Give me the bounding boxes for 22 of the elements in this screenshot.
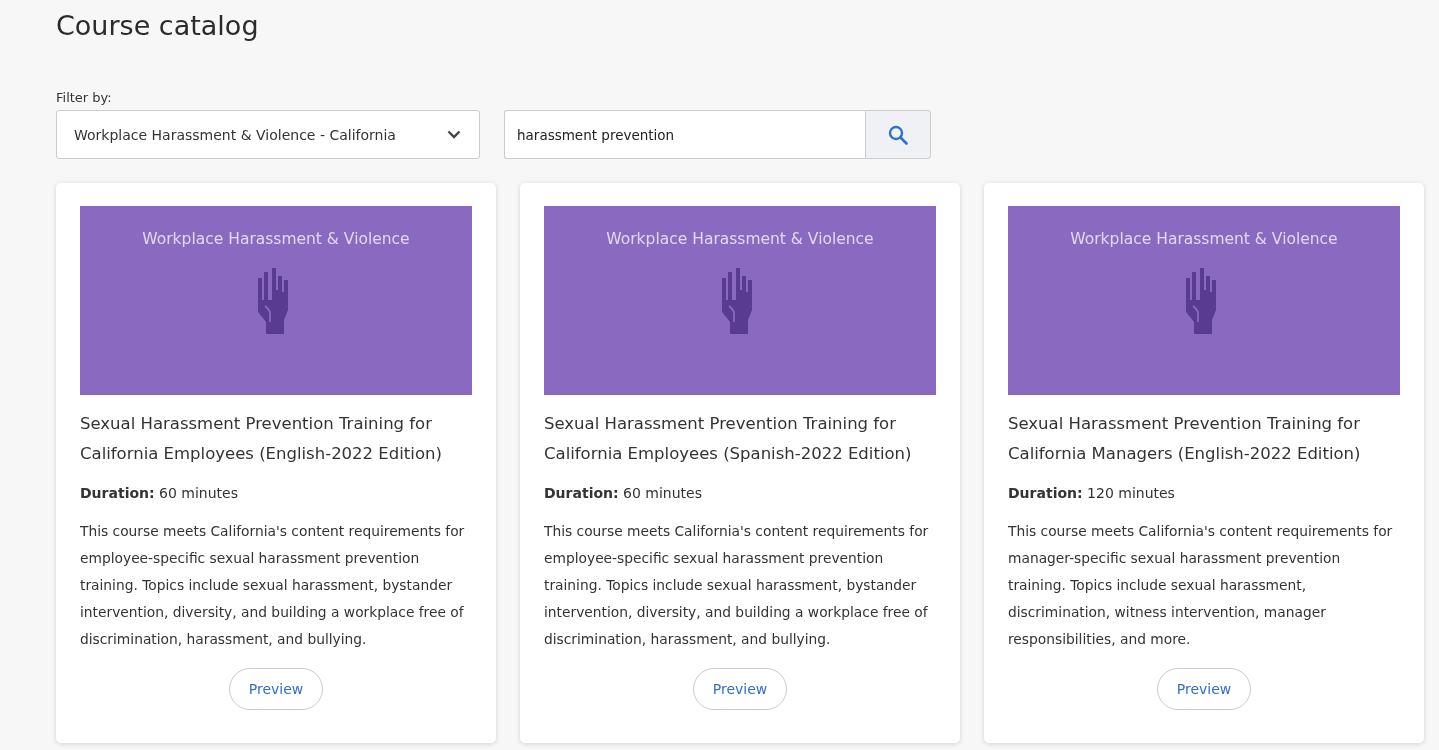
course-duration: Duration: 120 minutes bbox=[1008, 485, 1175, 501]
page-title: Course catalog bbox=[56, 9, 259, 43]
preview-button[interactable]: Preview bbox=[229, 668, 323, 710]
filter-label: Filter by: bbox=[56, 90, 112, 105]
banner-title: Workplace Harassment & Violence bbox=[606, 230, 874, 248]
search-icon bbox=[888, 124, 908, 145]
banner-title: Workplace Harassment & Violence bbox=[1070, 230, 1338, 248]
search-field[interactable]: harassment prevention bbox=[504, 110, 865, 159]
course-title: Sexual Harassment Prevention Training for California Employees (Spanish-2022 Edition) bbox=[544, 413, 913, 465]
preview-button[interactable]: Preview bbox=[1157, 668, 1251, 710]
banner-title: Workplace Harassment & Violence bbox=[142, 230, 410, 248]
filter-dropdown[interactable]: Workplace Harassment & Violence - California bbox=[56, 110, 480, 159]
course-description: This course meets California's content requirements for employee-specific sexual harassment prevention training. Topics include sexual harassment, bystander intervention, diversity, and building a workplace free of discrimination, harassment, and bullying. bbox=[544, 522, 930, 649]
course-description: This course meets California's content requirements for manager-specific sexual harassment prevention training. Topics include sexual harassment, discrimination, witness intervention, manager responsibilities, and more. bbox=[1008, 522, 1394, 649]
course-duration: Duration: 60 minutes bbox=[80, 485, 238, 501]
course-title: Sexual Harassment Prevention Training for California Managers (English-2022 Edition) bbox=[1008, 413, 1362, 465]
chevron-down-icon bbox=[447, 130, 461, 139]
preview-button[interactable]: Preview bbox=[693, 668, 787, 710]
course-duration: Duration: 60 minutes bbox=[544, 485, 702, 501]
course-title: Sexual Harassment Prevention Training for California Employees (English-2022 Edition) bbox=[80, 413, 443, 465]
course-description: This course meets California's content requirements for employee-specific sexual harassment prevention training. Topics include sexual harassment, bystander intervention, diversity, and building a workplace free of discrimination, harassment, and bullying. bbox=[80, 522, 466, 649]
search-button[interactable] bbox=[865, 110, 931, 159]
